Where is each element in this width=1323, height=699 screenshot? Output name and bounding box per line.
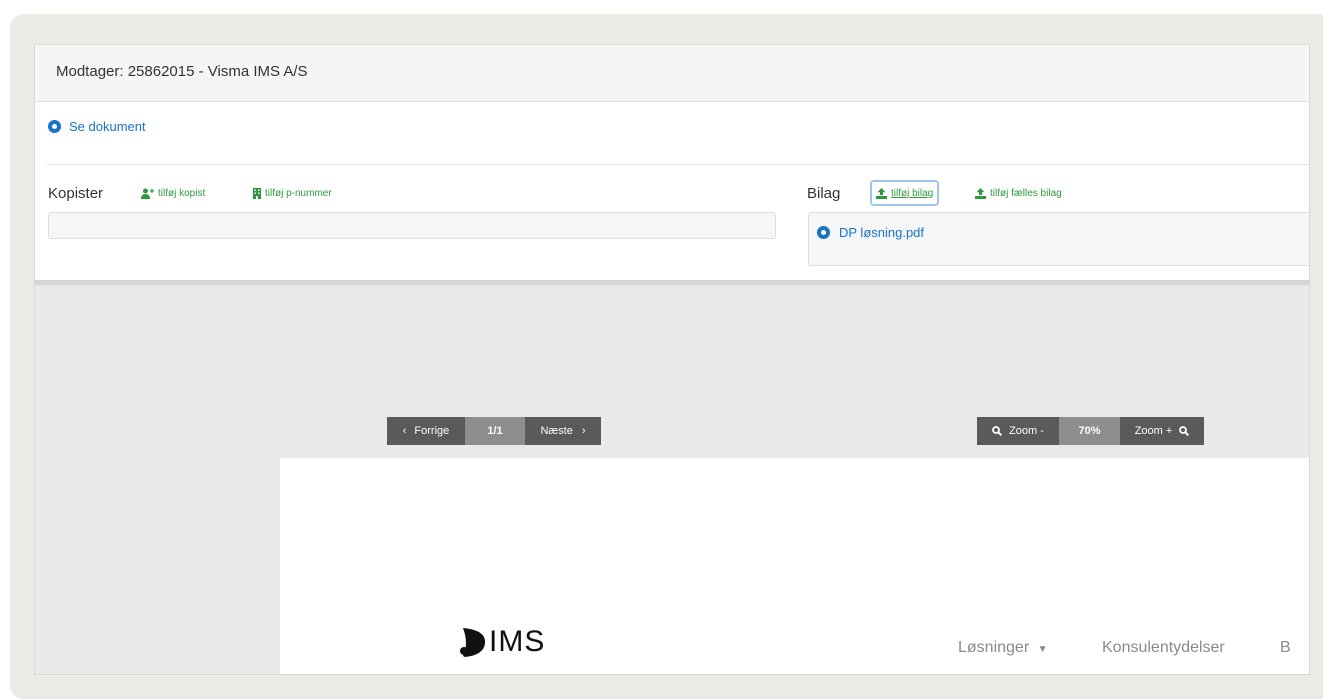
bilag-label: Bilag: [807, 185, 841, 202]
recipient-panel: Modtager: 25862015 - Visma IMS A/S Se do…: [34, 44, 1310, 675]
copies-field[interactable]: [48, 212, 776, 239]
ims-logo: IMS: [460, 625, 545, 659]
next-label: Næste: [540, 425, 573, 437]
page-indicator: 1/1: [465, 417, 525, 445]
zoom-controls: Zoom - 70% Zoom +: [977, 417, 1204, 445]
zoom-level: 70%: [1059, 417, 1120, 445]
add-attachment-button[interactable]: tilføj bilag: [870, 180, 940, 206]
add-pnumber-label: tilføj p-nummer: [265, 188, 332, 199]
view-document-label: Se dokument: [69, 119, 146, 134]
zoom-out-button[interactable]: Zoom -: [977, 417, 1059, 445]
add-copy-label: tilføj kopist: [158, 188, 206, 199]
page-navigation: ‹ Forrige 1/1 Næste ›: [387, 417, 601, 445]
chevron-left-icon: ‹: [402, 425, 407, 437]
attachments-list: DP løsning.pdf: [808, 212, 1309, 266]
view-document-link[interactable]: Se dokument: [48, 119, 146, 134]
add-attachment-label: tilføj bilag: [891, 187, 934, 199]
zoom-in-label: Zoom +: [1134, 425, 1173, 437]
upload-icon: [975, 188, 986, 199]
divider: [47, 164, 1309, 165]
chevron-right-icon: ›: [581, 425, 586, 437]
zoom-in-button[interactable]: Zoom +: [1120, 417, 1204, 445]
document-page: IMS Løsninger ▼ Konsulentydelser B: [280, 458, 1309, 674]
previous-page-button[interactable]: ‹ Forrige: [387, 417, 465, 445]
magnifier-icon: [992, 426, 1003, 436]
recipient-title: Modtager: 25862015 - Visma IMS A/S: [56, 63, 308, 80]
attachment-name: DP løsning.pdf: [839, 225, 925, 240]
document-viewer: ‹ Forrige 1/1 Næste › Zoom - 70% Zoom +: [35, 280, 1309, 674]
next-page-button[interactable]: Næste ›: [525, 417, 601, 445]
building-icon: [253, 188, 261, 199]
add-shared-attachment-button[interactable]: tilføj fælles bilag: [975, 188, 1062, 199]
recipient-header: Modtager: 25862015 - Visma IMS A/S: [35, 44, 1309, 102]
caret-down-icon: ▼: [1037, 644, 1048, 655]
previous-label: Forrige: [414, 425, 450, 437]
nav-item-konsulentydelser: Konsulentydelser: [1102, 639, 1225, 656]
nav-item-losninger: Løsninger ▼: [958, 639, 1048, 656]
kopister-label: Kopister: [48, 185, 104, 202]
add-shared-attachment-label: tilføj fælles bilag: [990, 188, 1062, 199]
magnifier-icon: [1179, 426, 1190, 436]
upload-icon: [876, 187, 887, 199]
eye-icon: [48, 120, 61, 133]
ims-logo-mark-icon: [460, 628, 486, 657]
nav-item-b: B: [1280, 639, 1291, 656]
add-pnumber-button[interactable]: tilføj p-nummer: [253, 188, 332, 199]
user-plus-icon: [141, 188, 154, 199]
eye-icon: [817, 226, 830, 239]
add-copy-button[interactable]: tilføj kopist: [141, 188, 205, 199]
logo-text: IMS: [489, 625, 546, 658]
attachment-item[interactable]: DP løsning.pdf: [817, 225, 924, 240]
zoom-out-label: Zoom -: [1009, 425, 1044, 437]
